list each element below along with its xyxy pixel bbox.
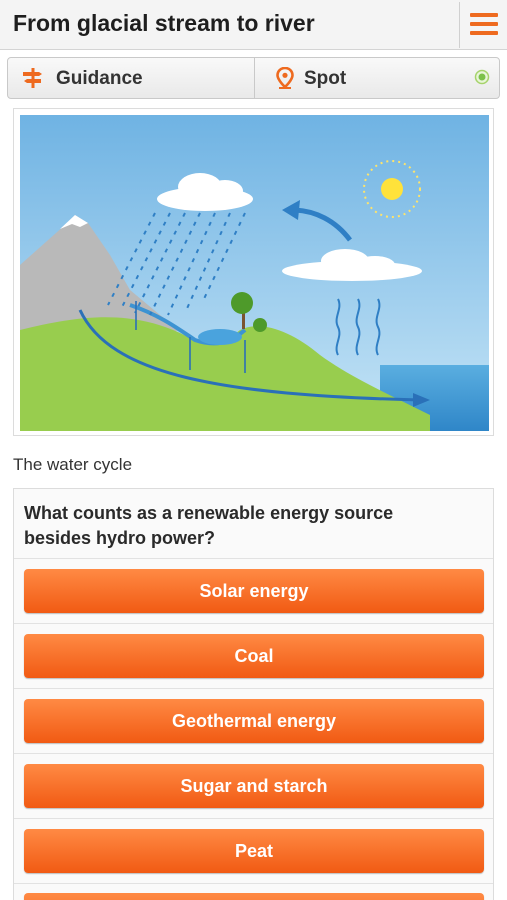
answer-button-sugar-and-starch[interactable]: Sugar and starch [24, 764, 484, 808]
tab-bar: Guidance Spot [7, 57, 500, 99]
menu-button[interactable] [460, 0, 507, 49]
tab-guidance-label: Guidance [56, 68, 143, 89]
status-dot-icon [474, 69, 490, 85]
title-bar: From glacial stream to river [0, 0, 507, 50]
divider [14, 558, 493, 559]
tab-spot-label: Spot [304, 68, 347, 89]
answer-button-peat[interactable]: Peat [24, 829, 484, 873]
answer-button-coal[interactable]: Coal [24, 634, 484, 678]
tab-guidance[interactable]: Guidance [8, 58, 255, 98]
tab-spot[interactable]: Spot [256, 58, 499, 98]
answer-button-geothermal-energy[interactable]: Geothermal energy [24, 699, 484, 743]
quiz-question: What counts as a renewable energy source… [24, 503, 394, 548]
signpost-icon [23, 68, 42, 88]
answer-button-solar-energy[interactable]: Solar energy [24, 569, 484, 613]
page-title: From glacial stream to river [13, 10, 315, 36]
water-cycle-figure [13, 108, 494, 436]
divider [14, 753, 493, 754]
quiz-card: What counts as a renewable energy source… [13, 488, 494, 900]
divider [14, 818, 493, 819]
answer-button-partial[interactable] [24, 893, 484, 900]
water-cycle-illustration [20, 115, 489, 431]
divider [14, 883, 493, 884]
figure-caption: The water cycle [13, 455, 133, 474]
divider [14, 688, 493, 689]
location-pin-icon [276, 67, 294, 89]
divider [14, 623, 493, 624]
